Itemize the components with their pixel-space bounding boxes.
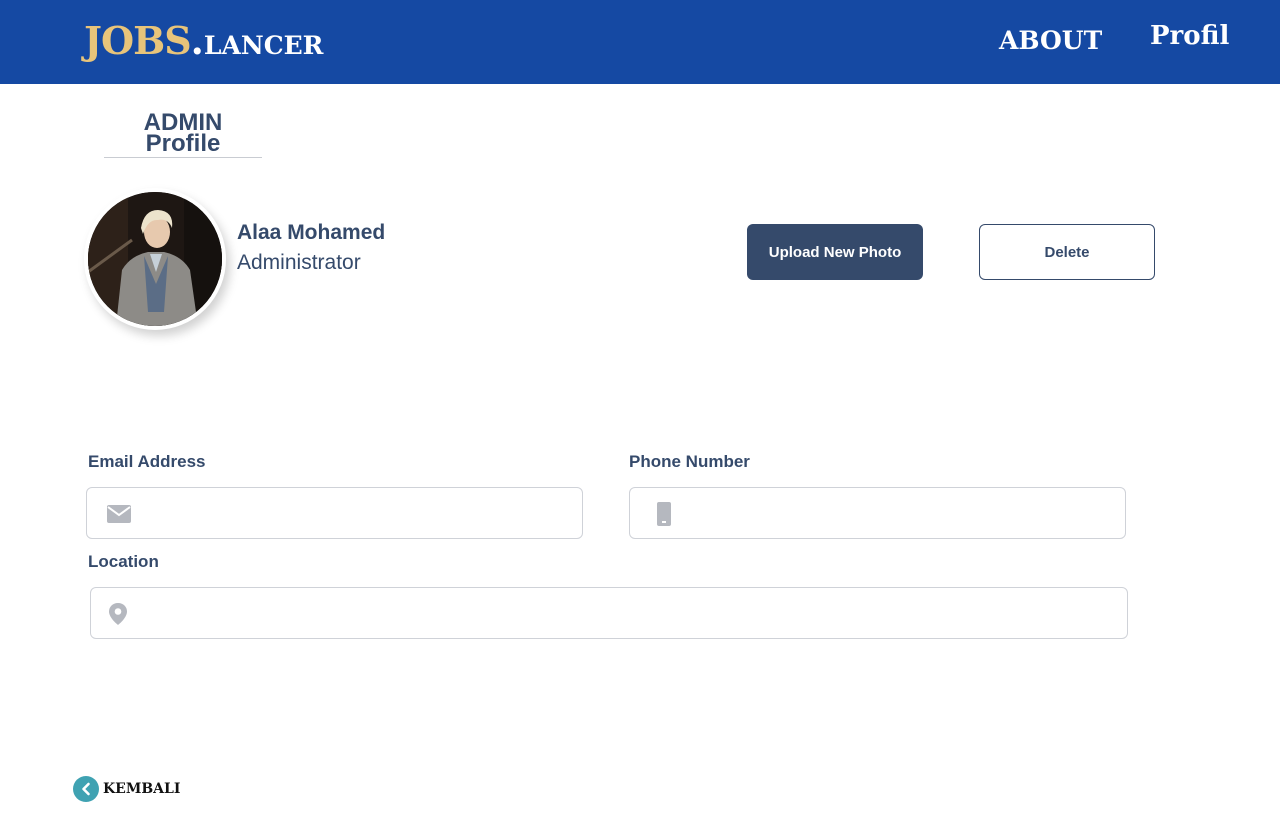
- chevron-left-icon: [73, 776, 99, 802]
- nav-about-link[interactable]: ABOUT: [999, 26, 1102, 55]
- page-title-underline: [104, 157, 262, 158]
- back-label: KEMBALI: [103, 781, 181, 797]
- logo-dot-text: .: [190, 18, 204, 63]
- email-input[interactable]: [137, 488, 572, 538]
- avatar-photo: [88, 192, 222, 326]
- delete-photo-button[interactable]: Delete: [979, 224, 1155, 280]
- email-field[interactable]: [86, 487, 583, 539]
- page-title: ADMIN Profile: [104, 111, 262, 157]
- site-logo[interactable]: JOBS.LANCER: [84, 18, 323, 63]
- location-field[interactable]: [90, 587, 1128, 639]
- logo-jobs-text: JOBS: [84, 18, 192, 63]
- phone-input[interactable]: [680, 488, 1115, 538]
- location-pin-icon: [105, 601, 131, 627]
- top-navbar: JOBS.LANCER ABOUT Profil: [0, 0, 1280, 84]
- location-input[interactable]: [141, 588, 1117, 638]
- phone-icon: [651, 501, 677, 527]
- mail-icon: [106, 501, 132, 527]
- page-title-line2: Profile: [145, 130, 221, 157]
- nav-profil-link[interactable]: Profil: [1150, 21, 1229, 51]
- upload-new-photo-button[interactable]: Upload New Photo: [747, 224, 923, 280]
- email-label: Email Address: [88, 452, 206, 471]
- phone-field[interactable]: [629, 487, 1126, 539]
- logo-lancer-text: LANCER: [203, 31, 324, 60]
- location-label: Location: [88, 552, 159, 571]
- user-name: Alaa Mohamed: [237, 221, 386, 244]
- phone-label: Phone Number: [629, 452, 750, 471]
- user-role: Administrator: [237, 251, 361, 274]
- back-link[interactable]: KEMBALI: [73, 776, 180, 802]
- avatar: [84, 188, 226, 330]
